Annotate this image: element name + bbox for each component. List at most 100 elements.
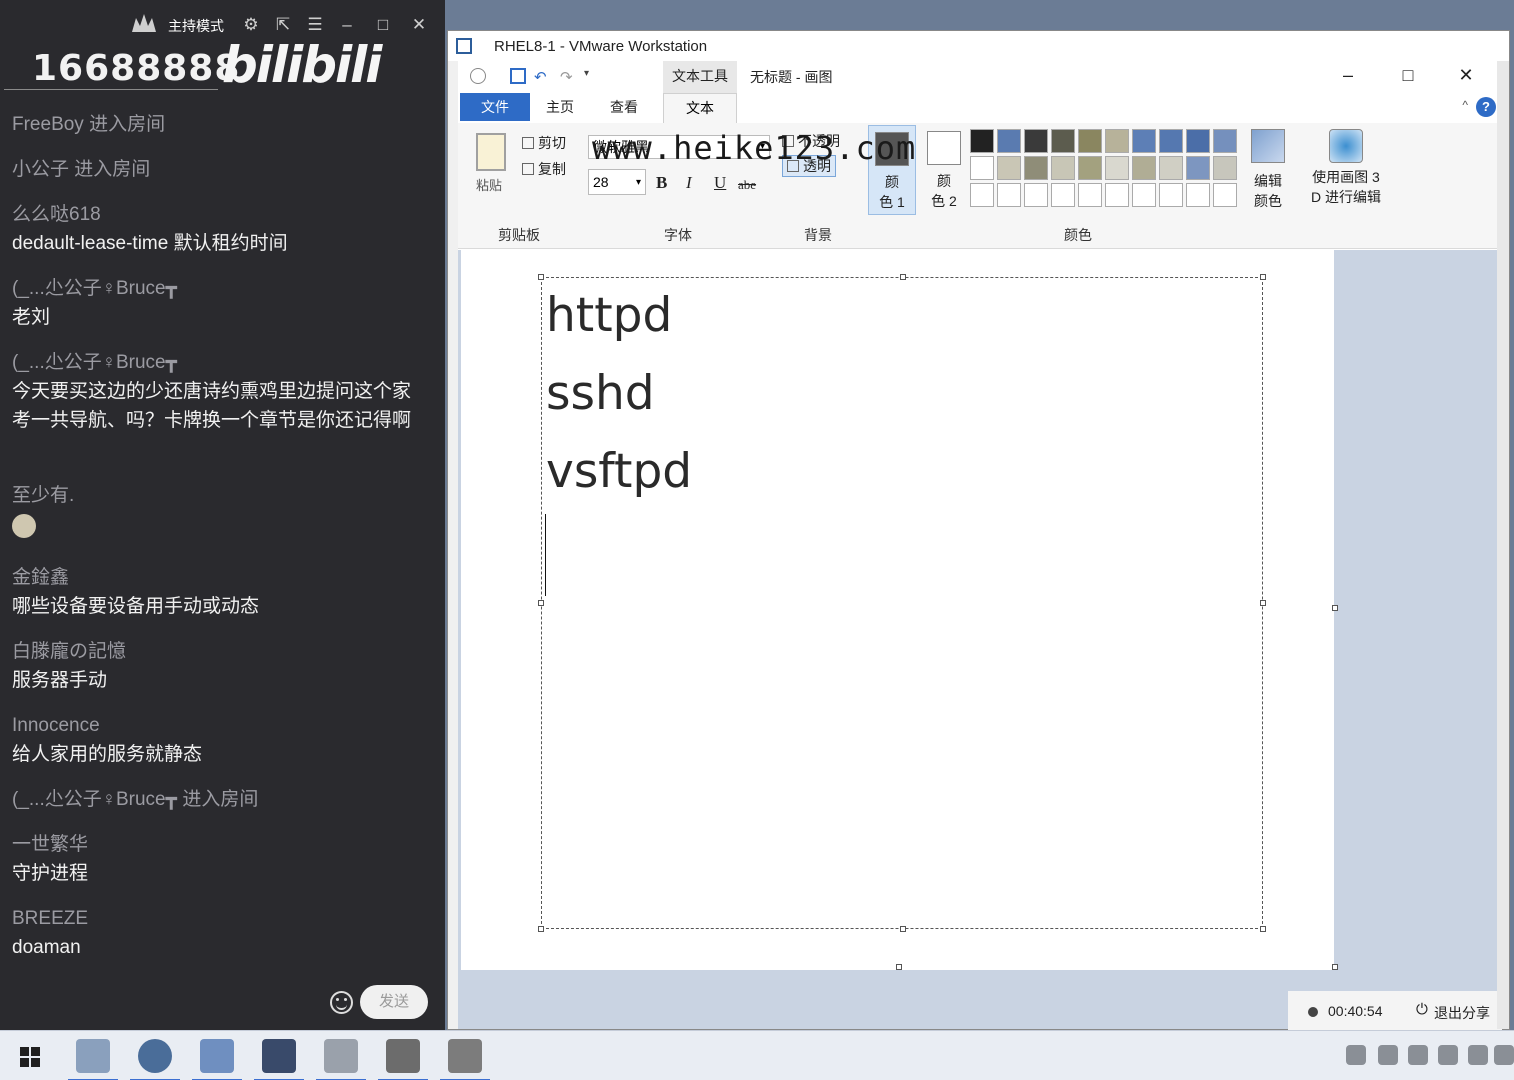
tab-view[interactable]: 查看 — [610, 97, 638, 117]
palette-color-swatch[interactable] — [1078, 183, 1102, 207]
palette-color-swatch[interactable] — [1213, 129, 1237, 153]
palette-color-swatch[interactable] — [1051, 183, 1075, 207]
bold-button[interactable]: B — [656, 173, 667, 193]
underline-button[interactable]: U — [714, 173, 726, 193]
qq-icon[interactable] — [1494, 1045, 1514, 1065]
resize-handle[interactable] — [900, 274, 906, 280]
cut-button[interactable]: 剪切 — [522, 133, 566, 153]
palette-color-swatch[interactable] — [1105, 129, 1129, 153]
tab-home[interactable]: 主页 — [546, 97, 574, 117]
resize-handle[interactable] — [900, 926, 906, 932]
chat-username: 至少有. — [12, 485, 75, 506]
tab-file[interactable]: 文件 — [460, 93, 530, 121]
close-button[interactable]: ✕ — [1446, 63, 1486, 89]
palette-color-swatch[interactable] — [1186, 156, 1210, 180]
settings-icon[interactable]: ⚙ — [240, 14, 262, 36]
resize-handle[interactable] — [538, 926, 544, 932]
resize-handle[interactable] — [538, 600, 544, 606]
chat-username: 金鍂鑫 — [12, 567, 70, 588]
drawing-canvas[interactable]: httpd sshd vsftpd — [461, 250, 1334, 970]
popout-icon[interactable]: ⇱ — [272, 14, 294, 36]
resize-handle[interactable] — [1260, 926, 1266, 932]
paste-button[interactable]: 粘贴 — [476, 175, 502, 194]
palette-color-swatch[interactable] — [970, 183, 994, 207]
qq-icon[interactable] — [1468, 1045, 1488, 1065]
text-box[interactable]: httpd sshd vsftpd — [538, 274, 1266, 932]
palette-color-swatch[interactable] — [1078, 156, 1102, 180]
palette-color-swatch[interactable] — [1132, 183, 1156, 207]
canvas-resize-handle[interactable] — [896, 964, 902, 970]
palette-color-swatch[interactable] — [1051, 156, 1075, 180]
palette-color-swatch[interactable] — [1213, 156, 1237, 180]
vmware-taskbar-icon[interactable] — [192, 1039, 242, 1080]
palette-color-swatch[interactable] — [1051, 129, 1075, 153]
terminal-icon[interactable] — [254, 1039, 304, 1080]
font-size-select[interactable]: 28 ▾ — [588, 169, 646, 195]
resize-handle[interactable] — [1260, 274, 1266, 280]
paint3d-button[interactable]: 使用画图 3 D 进行编辑 — [1306, 129, 1386, 207]
palette-color-swatch[interactable] — [1186, 183, 1210, 207]
exit-share-button[interactable]: 退出分享 — [1434, 1003, 1490, 1023]
tray-icon[interactable] — [1378, 1045, 1398, 1065]
palette-color-swatch[interactable] — [1024, 183, 1048, 207]
paint-app-icon[interactable] — [470, 68, 486, 84]
vertical-scrollbar[interactable] — [1497, 61, 1509, 1029]
undo-icon[interactable]: ↶ — [534, 68, 550, 86]
app-icon[interactable] — [378, 1039, 428, 1080]
strikethrough-button[interactable]: abe — [738, 177, 756, 193]
send-button[interactable]: 发送 — [360, 985, 428, 1019]
palette-color-swatch[interactable] — [1159, 129, 1183, 153]
qq-icon[interactable] — [1438, 1045, 1458, 1065]
canvas-resize-handle[interactable] — [1332, 964, 1338, 970]
palette-color-swatch[interactable] — [970, 156, 994, 180]
palette-color-swatch[interactable] — [1105, 183, 1129, 207]
browser-icon[interactable] — [130, 1039, 180, 1080]
tray-icon[interactable] — [1408, 1045, 1428, 1065]
color2-button[interactable]: 颜 色 2 — [920, 125, 968, 215]
windows-start-icon[interactable] — [20, 1047, 40, 1067]
palette-color-swatch[interactable] — [1186, 129, 1210, 153]
close-icon[interactable]: ✕ — [408, 14, 430, 36]
customize-qat-icon[interactable]: ▾ — [584, 68, 600, 84]
palette-color-swatch[interactable] — [1024, 129, 1048, 153]
maximize-icon[interactable]: □ — [372, 14, 394, 36]
help-icon[interactable]: ? — [1476, 97, 1496, 117]
maximize-button[interactable]: □ — [1388, 63, 1428, 89]
palette-color-swatch[interactable] — [1159, 183, 1183, 207]
palette-color-swatch[interactable] — [1024, 156, 1048, 180]
app-icon[interactable] — [440, 1039, 490, 1080]
room-id: 16688888 — [32, 48, 241, 89]
microphone-icon[interactable] — [1346, 1045, 1366, 1065]
resize-handle[interactable] — [538, 274, 544, 280]
color2-label: 颜 — [937, 173, 951, 189]
host-mode-label[interactable]: 主持模式 — [168, 16, 224, 36]
paste-icon[interactable] — [476, 133, 506, 171]
copy-button[interactable]: 复制 — [522, 159, 566, 179]
palette-color-swatch[interactable] — [970, 129, 994, 153]
tab-text[interactable]: 文本 — [663, 93, 737, 123]
palette-color-swatch[interactable] — [1105, 156, 1129, 180]
app-icon[interactable] — [316, 1039, 366, 1080]
edit-colors-label: 编辑 — [1254, 173, 1282, 189]
palette-color-swatch[interactable] — [1132, 129, 1156, 153]
palette-color-swatch[interactable] — [1159, 156, 1183, 180]
file-explorer-icon[interactable] — [68, 1039, 118, 1080]
canvas-resize-handle[interactable] — [1332, 605, 1338, 611]
save-icon[interactable] — [510, 68, 526, 84]
palette-color-swatch[interactable] — [1078, 129, 1102, 153]
chat-username: BREEZE — [12, 908, 89, 929]
palette-color-swatch[interactable] — [997, 156, 1021, 180]
minimize-button[interactable]: – — [1328, 63, 1368, 89]
collapse-ribbon-icon[interactable]: ^ — [1462, 98, 1468, 112]
menu-icon[interactable]: ☰ — [304, 14, 326, 36]
resize-handle[interactable] — [1260, 600, 1266, 606]
italic-button[interactable]: I — [686, 173, 692, 193]
redo-icon[interactable]: ↷ — [560, 68, 576, 86]
edit-colors-button[interactable]: 编辑 颜色 — [1248, 129, 1288, 211]
emoji-picker-icon[interactable] — [330, 991, 353, 1014]
palette-color-swatch[interactable] — [997, 129, 1021, 153]
palette-color-swatch[interactable] — [997, 183, 1021, 207]
palette-color-swatch[interactable] — [1213, 183, 1237, 207]
palette-color-swatch[interactable] — [1132, 156, 1156, 180]
minimize-icon[interactable]: – — [336, 14, 358, 36]
